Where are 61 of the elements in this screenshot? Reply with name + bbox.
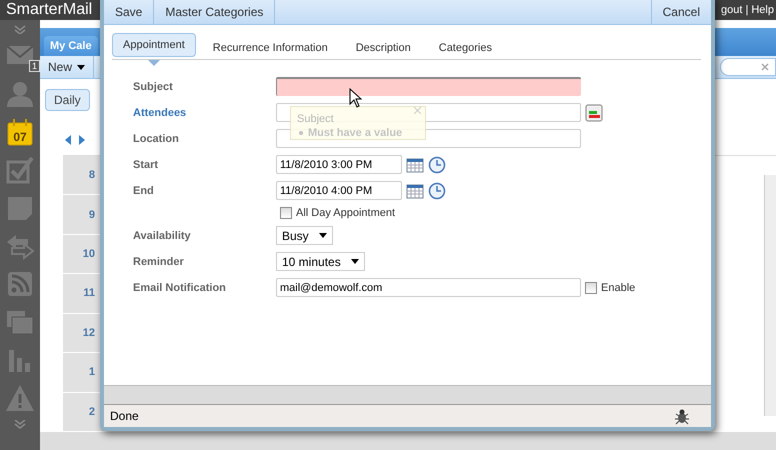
address-book-icon[interactable] <box>585 104 603 122</box>
hour-label: 1 <box>88 366 95 378</box>
bullet-icon <box>299 131 303 135</box>
hour-label: 10 <box>82 248 95 260</box>
tab[interactable]: Appointment <box>112 33 196 57</box>
unread-badge: 1 <box>28 60 40 72</box>
dropdown[interactable]: 10 minutes <box>276 252 365 271</box>
bug-icon[interactable] <box>673 407 691 425</box>
header-links[interactable]: gout | Help <box>720 4 774 16</box>
tab[interactable]: Recurrence Information <box>202 36 339 60</box>
caret-icon <box>318 233 327 238</box>
mouse-pointer-icon <box>349 88 362 108</box>
previous-icon[interactable] <box>65 135 71 145</box>
calendar-icon[interactable] <box>406 156 424 174</box>
hour-label: 9 <box>88 208 95 221</box>
close-icon[interactable] <box>414 107 421 114</box>
checkbox-label[interactable]: Enable <box>601 282 636 294</box>
hour-label: 12 <box>82 326 95 339</box>
field-label: Start <box>133 158 160 170</box>
scrollbar[interactable] <box>764 175 776 416</box>
dropdown[interactable]: Busy <box>276 226 333 245</box>
field-label: Reminder <box>133 256 185 268</box>
checkbox[interactable] <box>585 282 597 294</box>
field-link[interactable]: Attendees <box>133 106 276 118</box>
search-field[interactable] <box>720 58 776 76</box>
tab[interactable]: Description <box>344 36 422 60</box>
text-field[interactable] <box>276 77 581 96</box>
toolbar-button[interactable]: Save <box>104 0 154 24</box>
field-label: Availability <box>133 230 192 242</box>
new-button[interactable]: New <box>40 56 94 78</box>
clock-icon[interactable] <box>428 182 446 200</box>
clock-icon[interactable] <box>428 156 446 174</box>
field-label: Subject <box>133 80 174 92</box>
email-field[interactable]: mail@demowolf.com <box>276 278 581 297</box>
hour-label: 2 <box>88 406 95 418</box>
calendar-icon[interactable] <box>406 182 424 200</box>
caret-icon <box>350 259 359 264</box>
field-label: End <box>133 184 155 196</box>
chevron-down-icon[interactable] <box>13 420 27 430</box>
field-label: Location <box>133 132 180 144</box>
tooltip-message: Must have a value <box>308 127 402 139</box>
caret-icon <box>77 64 86 70</box>
tab[interactable]: Categories <box>428 36 503 60</box>
cancel-button[interactable]: Cancel <box>650 0 711 24</box>
next-icon[interactable] <box>79 135 85 145</box>
hour-label: 11 <box>83 287 95 300</box>
date-time-field[interactable]: 11/8/2010 3:00 PM <box>276 155 402 174</box>
chevron-up-icon[interactable] <box>13 24 27 34</box>
clear-icon[interactable] <box>761 63 769 71</box>
tab-pointer-icon <box>148 60 160 66</box>
status-text: Done <box>110 409 139 423</box>
app-title: SmarterMail <box>6 1 92 19</box>
checkbox-label[interactable]: All Day Appointment <box>296 207 396 219</box>
date-time-field[interactable]: 11/8/2010 4:00 PM <box>276 181 402 200</box>
tasks-icon[interactable] <box>4 154 36 186</box>
checkbox[interactable] <box>280 207 292 219</box>
hour-label: 8 <box>88 169 95 182</box>
toolbar-button[interactable]: Master Categories <box>154 0 276 24</box>
field-label: Email Notification <box>133 282 227 294</box>
tooltip-title: Subject <box>297 113 334 125</box>
view-tab[interactable]: Daily <box>45 89 90 111</box>
